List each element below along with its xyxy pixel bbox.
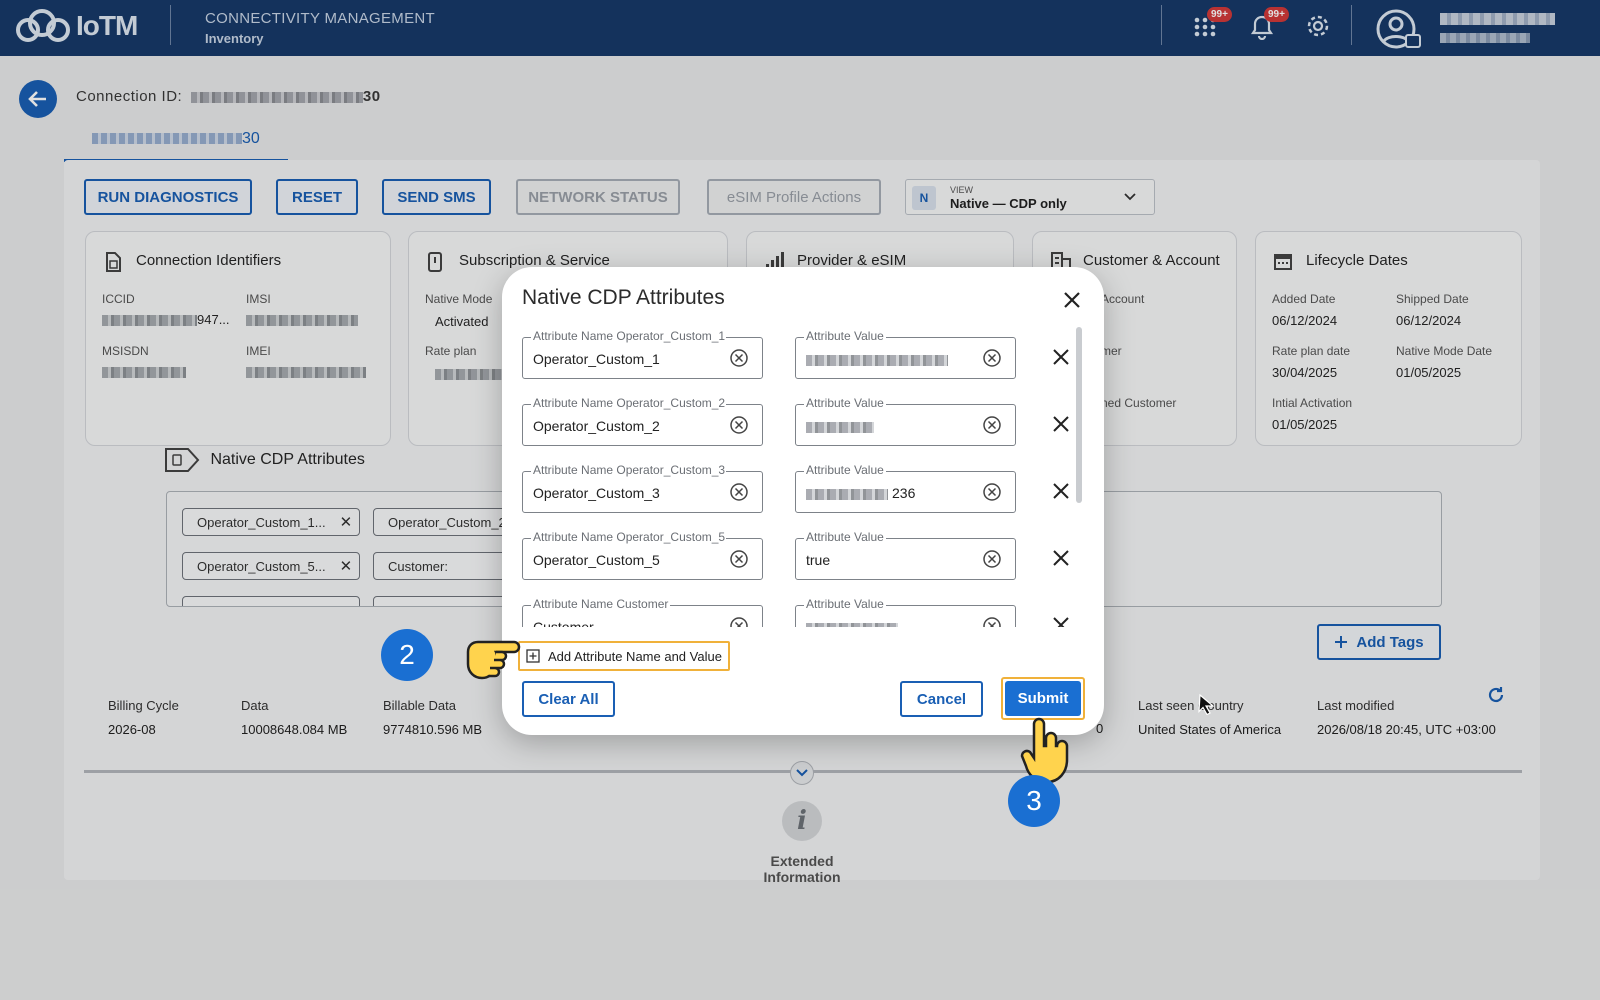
attribute-row: Attribute Name Customer Customer Attribut… [522,595,1082,627]
attribute-row: Attribute Name Operator_Custom_3 Operator… [522,461,1082,519]
dialog-title: Native CDP Attributes [522,286,725,309]
field-label: Attribute Value [804,597,886,611]
clear-circle-icon[interactable] [729,482,749,502]
attribute-name-field[interactable]: Attribute Name Operator_Custom_2 Operator… [522,396,763,446]
redacted-value [806,354,948,366]
clear-circle-icon[interactable] [729,415,749,435]
redacted-value [806,622,898,627]
step-2-marker: 2 [381,629,433,681]
remove-row-icon[interactable] [1052,348,1070,366]
field-value: 236 [806,485,915,501]
field-label: Attribute Name Operator_Custom_3 [531,463,726,477]
field-value: Customer [533,619,594,627]
remove-row-icon[interactable] [1052,415,1070,433]
attribute-name-field[interactable]: Attribute Name Customer Customer [522,597,763,627]
attribute-row: Attribute Name Operator_Custom_2 Operator… [522,394,1082,452]
step-3-marker: 3 [1008,775,1060,827]
add-attribute-label: Add Attribute Name and Value [548,648,722,664]
clear-circle-icon[interactable] [982,415,1002,435]
clear-circle-icon[interactable] [982,348,1002,368]
remove-row-icon[interactable] [1052,482,1070,500]
attribute-name-field[interactable]: Attribute Name Operator_Custom_3 Operator… [522,463,763,513]
field-label: Attribute Value [804,329,886,343]
attribute-value-field[interactable]: Attribute Value [795,597,1016,627]
field-label: Attribute Value [804,463,886,477]
remove-row-icon[interactable] [1052,549,1070,567]
field-value: Operator_Custom_3 [533,485,660,501]
attribute-value-field[interactable]: Attribute Value [795,329,1016,379]
clear-all-button[interactable]: Clear All [522,681,615,717]
attribute-value-field[interactable]: Attribute Value 236 [795,463,1016,513]
field-label: Attribute Name Customer [531,597,671,611]
clear-circle-icon[interactable] [982,616,1002,627]
field-value: Operator_Custom_5 [533,552,660,568]
field-value: Operator_Custom_1 [533,351,660,367]
attribute-value-field[interactable]: Attribute Value [795,396,1016,446]
clear-circle-icon[interactable] [982,549,1002,569]
cancel-button[interactable]: Cancel [900,681,983,717]
clear-circle-icon[interactable] [982,482,1002,502]
mouse-cursor-icon [1198,693,1215,715]
field-label: Attribute Value [804,530,886,544]
attribute-name-field[interactable]: Attribute Name Operator_Custom_1 Operator… [522,329,763,379]
attribute-row: Attribute Name Operator_Custom_5 Operator… [522,528,1082,586]
field-value: Operator_Custom_2 [533,418,660,434]
attribute-rows: Attribute Name Operator_Custom_1 Operator… [522,327,1082,627]
remove-row-icon[interactable] [1052,616,1070,627]
redacted-value [806,421,874,433]
field-label: Attribute Value [804,396,886,410]
field-value [806,418,874,434]
field-label: Attribute Name Operator_Custom_1 [531,329,726,343]
scrollbar[interactable] [1076,327,1082,503]
attribute-row: Attribute Name Operator_Custom_1 Operator… [522,327,1082,385]
pointing-hand-icon [466,640,521,680]
field-value [806,619,898,627]
field-value-suffix: 236 [892,485,916,501]
close-icon[interactable] [1062,290,1082,310]
clear-circle-icon[interactable] [729,549,749,569]
clear-circle-icon[interactable] [729,348,749,368]
attribute-name-field[interactable]: Attribute Name Operator_Custom_5 Operator… [522,530,763,580]
attribute-value-field[interactable]: Attribute Value true [795,530,1016,580]
field-value: true [806,552,831,568]
field-value [806,351,948,367]
redacted-value [806,488,888,500]
add-attribute-button[interactable]: Add Attribute Name and Value [518,641,730,671]
field-label: Attribute Name Operator_Custom_5 [531,530,726,544]
field-label: Attribute Name Operator_Custom_2 [531,396,726,410]
clear-circle-icon[interactable] [729,616,749,627]
submit-button[interactable]: Submit [1005,681,1081,716]
plus-box-icon [526,649,540,663]
